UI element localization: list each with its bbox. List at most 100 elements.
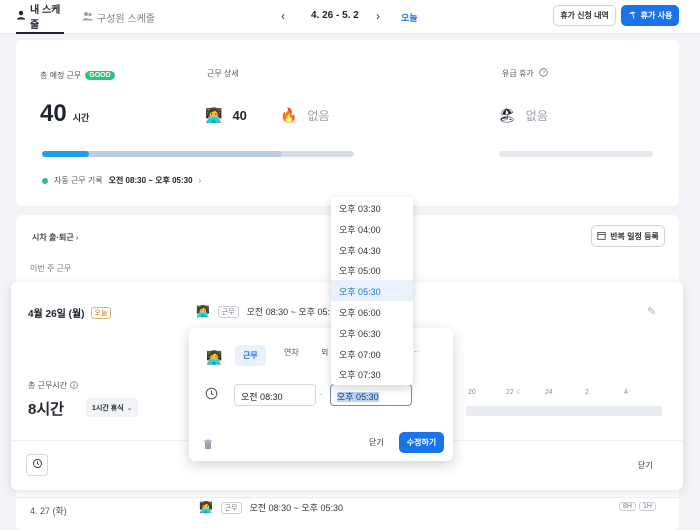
- worker-emoji-icon: 👩‍💻: [206, 350, 223, 365]
- tab-my-schedule[interactable]: 내 스케줄: [16, 0, 64, 34]
- trash-icon[interactable]: [203, 437, 213, 455]
- work-progress-done: [42, 151, 89, 157]
- today-tag: 오늘: [90, 306, 112, 319]
- total-work-time-label: 총 근무시간: [28, 381, 68, 390]
- info-icon: [70, 380, 78, 391]
- badge-8h: 8H: [619, 502, 636, 511]
- repeat-schedule-label: 반복 일정 등록: [610, 231, 659, 241]
- break-select[interactable]: 1시간 휴식 ⌄: [86, 398, 139, 417]
- summary-card: 총 예정 근무 GOOD 40 시간 근무 상세 👩‍💻 40 🔥 없음 유급 …: [16, 40, 679, 206]
- top-bar: 내 스케줄 구성원 스케줄 ‹ 4. 26 - 5. 2 › 오늘 휴가 신청 …: [0, 0, 700, 34]
- history-icon: [32, 456, 43, 474]
- paid-leave-label: 유급 휴가: [502, 69, 534, 78]
- break-select-label: 1시간 휴식: [92, 404, 124, 412]
- good-badge: GOOD: [85, 71, 115, 80]
- history-button[interactable]: [26, 454, 48, 476]
- timeline-track: [466, 406, 662, 416]
- flex-commute-link[interactable]: 시차 출·퇴근 ›: [32, 232, 79, 243]
- next-week-button[interactable]: ›: [371, 9, 385, 23]
- work-detail-label: 근무 상세: [207, 69, 239, 78]
- tab-team-schedule[interactable]: 구성원 스케줄: [82, 0, 155, 34]
- auto-record-row[interactable]: 자동 근무 기록 오전 08:30 ~ 오후 05:30 ›: [42, 175, 201, 186]
- paid-leave-value: 없음: [525, 109, 548, 123]
- more-icon[interactable]: ··: [414, 347, 419, 356]
- time-option[interactable]: 오후 03:30: [331, 197, 413, 218]
- worker-emoji-icon: 👩‍💻: [199, 502, 213, 514]
- use-leave-label: 휴가 사용: [640, 11, 673, 20]
- tab-annual-leave[interactable]: 연차: [284, 347, 299, 358]
- clock-icon: [205, 387, 218, 405]
- time-option[interactable]: 오후 07:30: [331, 363, 413, 384]
- time-option[interactable]: 오후 05:30: [331, 280, 413, 302]
- paid-leave-header: 유급 휴가 ?: [502, 68, 548, 79]
- submit-edit-button[interactable]: 수정하기: [399, 432, 444, 453]
- auto-record-label: 자동 근무 기록: [54, 176, 103, 185]
- end-time-dropdown: 오후 03:30 오후 04:00 오후 04:30 오후 05:00 오후 05:30…: [331, 197, 413, 385]
- timeline-label-2: 2: [585, 389, 589, 396]
- prev-week-button[interactable]: ‹: [276, 9, 290, 23]
- end-time-field[interactable]: 오후 05:30: [330, 384, 412, 406]
- timeline-label-24: 24: [545, 389, 553, 396]
- worker-emoji-icon: 👩‍💻: [205, 107, 223, 123]
- tab-my-schedule-label: 내 스케줄: [30, 5, 61, 31]
- next-day-work-row[interactable]: 👩‍💻 근무 오전 08:30 ~ 오후 05:30: [199, 501, 343, 514]
- use-leave-button[interactable]: 휴가 사용: [621, 5, 679, 26]
- this-week-label: 이번 주 근무: [30, 264, 72, 273]
- svg-text:?: ?: [542, 71, 545, 77]
- week-range: 4. 26 - 5. 2: [311, 10, 359, 21]
- work-detail-row: 👩‍💻 40: [205, 107, 247, 124]
- tab-outside[interactable]: 외: [321, 347, 328, 358]
- day-title: 4월 26일 (월): [28, 309, 85, 320]
- total-work-time-header: 총 근무시간: [28, 380, 78, 391]
- panel-close-button[interactable]: 닫기: [638, 460, 653, 471]
- work-tag: 근무: [220, 501, 242, 514]
- total-scheduled-label: 총 예정 근무: [40, 71, 82, 80]
- people-icon: [82, 11, 93, 24]
- time-option[interactable]: 오후 07:00: [331, 343, 413, 364]
- auto-record-value: 오전 08:30 ~ 오후 05:30: [108, 176, 193, 185]
- end-time-selected-text: 오후 05:30: [337, 392, 379, 402]
- total-scheduled-header: 총 예정 근무 GOOD: [40, 70, 115, 81]
- edit-schedule-popover: 👩‍💻 근무 연차 외 ·· 오전 08:30 - 오후 05:30 닫기 수정…: [189, 328, 453, 461]
- chevron-down-icon: ⌄: [126, 404, 133, 412]
- next-day-title: 4. 27 (화): [30, 506, 67, 516]
- day-work-row[interactable]: 👩‍💻 근무 오전 08:30 ~ 오후 05:: [196, 305, 330, 318]
- timeline-label-20: 20: [468, 389, 476, 396]
- next-day-range: 오전 08:30 ~ 오후 05:30: [249, 503, 344, 513]
- edit-pencil-icon[interactable]: ✎: [647, 305, 656, 318]
- status-dot-icon: [42, 177, 48, 184]
- total-hours-unit: 시간: [72, 113, 90, 123]
- timeline-label-4: 4: [624, 389, 628, 396]
- submit-edit-label: 수정하기: [406, 438, 437, 447]
- timeline-label-22: 22: [506, 389, 514, 396]
- tab-team-schedule-label: 구성원 스케줄: [97, 13, 155, 25]
- leave-progress-track: [499, 151, 653, 157]
- beach-icon: [628, 10, 637, 21]
- time-option[interactable]: 오후 04:30: [331, 239, 413, 260]
- flex-commute-label: 시차 출·퇴근: [32, 233, 74, 242]
- time-option[interactable]: 오후 05:00: [331, 259, 413, 280]
- today-link[interactable]: 오늘: [401, 11, 418, 24]
- leave-history-label: 휴가 신청 내역: [560, 11, 609, 20]
- leave-history-button[interactable]: 휴가 신청 내역: [553, 5, 616, 26]
- repeat-schedule-button[interactable]: 반복 일정 등록: [591, 225, 665, 247]
- day-header: 4월 26일 (월) 오늘: [28, 305, 112, 320]
- paid-leave-row: 🏖 없음: [498, 107, 548, 124]
- day-work-range: 오전 08:30 ~ 오후 05:: [246, 307, 331, 317]
- total-hours: 40 시간: [40, 100, 89, 128]
- overtime-value: 없음: [307, 109, 330, 123]
- time-option[interactable]: 오후 06:30: [331, 322, 413, 343]
- fire-icon: 🔥: [280, 107, 298, 123]
- range-separator: -: [320, 390, 323, 399]
- help-icon[interactable]: ?: [538, 68, 548, 79]
- total-work-time-value: 8시간: [28, 401, 64, 418]
- popover-close-button[interactable]: 닫기: [369, 437, 384, 448]
- time-option[interactable]: 오후 06:00: [331, 301, 413, 322]
- start-time-field[interactable]: 오전 08:30: [234, 384, 316, 406]
- divider: [16, 497, 679, 498]
- time-option[interactable]: 오후 04:00: [331, 218, 413, 239]
- tab-work[interactable]: 근무: [235, 345, 266, 366]
- moon-icon: ☾: [516, 389, 523, 396]
- total-hours-value: 40: [40, 100, 67, 127]
- chevron-right-icon: ›: [75, 233, 79, 242]
